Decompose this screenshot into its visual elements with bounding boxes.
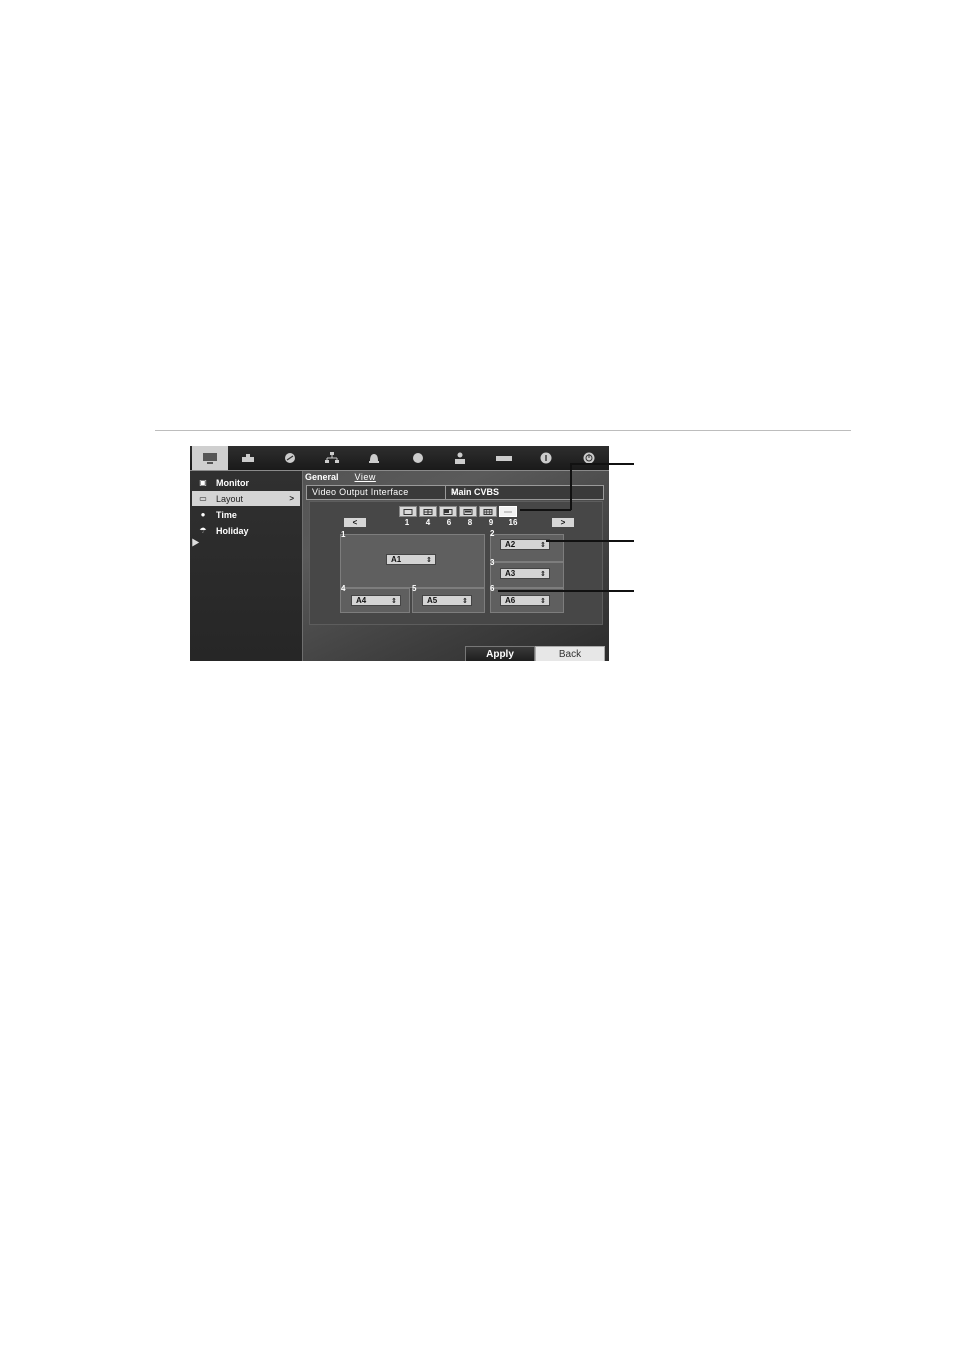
up-down-arrows-icon: ⇕ (540, 570, 546, 578)
layout-4-button[interactable] (419, 506, 437, 517)
layout-number: 8 (467, 518, 473, 527)
camera-select-value: A5 (427, 596, 438, 605)
camera-select-4[interactable]: A4 ⇕ (351, 595, 401, 606)
apply-button[interactable]: Apply (465, 646, 535, 661)
next-page-button[interactable]: > (552, 518, 574, 527)
camera-select-3[interactable]: A3 ⇕ (500, 568, 550, 579)
layout-16-button[interactable] (499, 506, 517, 517)
power-icon[interactable] (569, 446, 609, 470)
sidebar-item-label: Holiday (216, 525, 249, 536)
sidebar-item-label: Layout (216, 493, 244, 504)
window-number: 2 (490, 529, 495, 538)
recording-icon[interactable] (228, 446, 268, 470)
alarm-icon[interactable] (354, 446, 394, 470)
up-down-arrows-icon: ⇕ (426, 556, 432, 564)
window-number: 1 (341, 530, 346, 539)
layout-number: 4 (425, 518, 431, 527)
tab-general[interactable]: General (305, 472, 339, 484)
time-icon: ● (200, 510, 206, 519)
camera-select-value: A3 (505, 569, 516, 578)
camera-select-5[interactable]: A5 ⇕ (422, 595, 472, 606)
window-number: 5 (412, 584, 417, 593)
video-output-row: Video Output Interface Main CVBS ⌄ (306, 485, 604, 500)
layout-1-button[interactable] (399, 506, 417, 517)
info-icon[interactable] (526, 446, 566, 470)
callout-line-3 (498, 590, 634, 592)
chevron-down-icon: ⌄ (451, 487, 458, 496)
up-down-arrows-icon: ⇕ (462, 597, 468, 605)
sidebar-item-holiday[interactable]: ☂ Holiday (192, 523, 300, 538)
camera-select-value: A6 (505, 596, 516, 605)
layout-number: 9 (488, 518, 494, 527)
up-down-arrows-icon: ⇕ (540, 597, 546, 605)
up-down-arrows-icon: ⇕ (540, 541, 546, 549)
layout-6-button[interactable] (439, 506, 457, 517)
window-number: 6 (490, 584, 495, 593)
layout-number: 6 (446, 518, 452, 527)
monitor-icon: ▣ (199, 478, 207, 487)
content-panel: General View Video Output Interface Main… (303, 471, 609, 661)
prev-page-button[interactable]: < (344, 518, 366, 527)
sidebar-item-layout[interactable]: ▭ Layout > (192, 491, 300, 506)
camera-select-value: A2 (505, 540, 516, 549)
window-number: 4 (341, 584, 346, 593)
sidebar-item-monitor[interactable]: ▣ Monitor (192, 475, 300, 490)
sidebar-item-label: Time (216, 509, 237, 520)
dvr-screenshot: ▣ Monitor ▭ Layout > ● Time ☂ Holiday Ge… (190, 446, 609, 661)
display-icon[interactable] (192, 446, 228, 470)
top-toolbar (190, 446, 609, 471)
tab-bar: General View (305, 472, 376, 484)
back-button[interactable]: Back (535, 646, 605, 661)
chevron-right-icon: > (289, 494, 294, 503)
schedule-icon[interactable] (270, 446, 310, 470)
camera-select-1[interactable]: A1 ⇕ (386, 554, 436, 565)
layout-icon: ▭ (199, 494, 207, 503)
layout-number: 1 (404, 518, 410, 527)
device-icon[interactable] (398, 446, 438, 470)
camera-select-value: A1 (391, 555, 402, 564)
storage-icon[interactable] (484, 446, 524, 470)
video-output-label: Video Output Interface (312, 487, 409, 497)
sidebar: ▣ Monitor ▭ Layout > ● Time ☂ Holiday (190, 471, 303, 661)
holiday-icon: ☂ (199, 526, 207, 535)
callout-line-1-horizontal (520, 509, 571, 511)
network-icon[interactable] (312, 446, 352, 470)
layout-button-group (399, 506, 517, 517)
horizontal-rule (155, 430, 851, 431)
tab-view[interactable]: View (355, 472, 376, 484)
callout-line-2 (546, 540, 634, 542)
up-down-arrows-icon: ⇕ (391, 597, 397, 605)
camera-select-2[interactable]: A2 ⇕ (500, 539, 550, 550)
callout-line-1-vertical (570, 463, 572, 510)
sidebar-item-time[interactable]: ● Time (192, 507, 300, 522)
sidebar-item-label: Monitor (216, 477, 249, 488)
camera-select-value: A4 (356, 596, 367, 605)
video-output-select[interactable]: Main CVBS ⌄ (445, 486, 603, 499)
layout-9-button[interactable] (479, 506, 497, 517)
window-number: 3 (490, 558, 495, 567)
user-icon[interactable] (440, 446, 480, 470)
layout-area: < > 1 4 6 8 9 16 1 A1 ⇕ 2 A2 ⇕ 3 A3 ⇕ 4 … (309, 501, 603, 625)
callout-line-1 (570, 463, 634, 465)
layout-8-button[interactable] (459, 506, 477, 517)
layout-number: 16 (508, 518, 518, 527)
camera-select-6[interactable]: A6 ⇕ (500, 595, 550, 606)
